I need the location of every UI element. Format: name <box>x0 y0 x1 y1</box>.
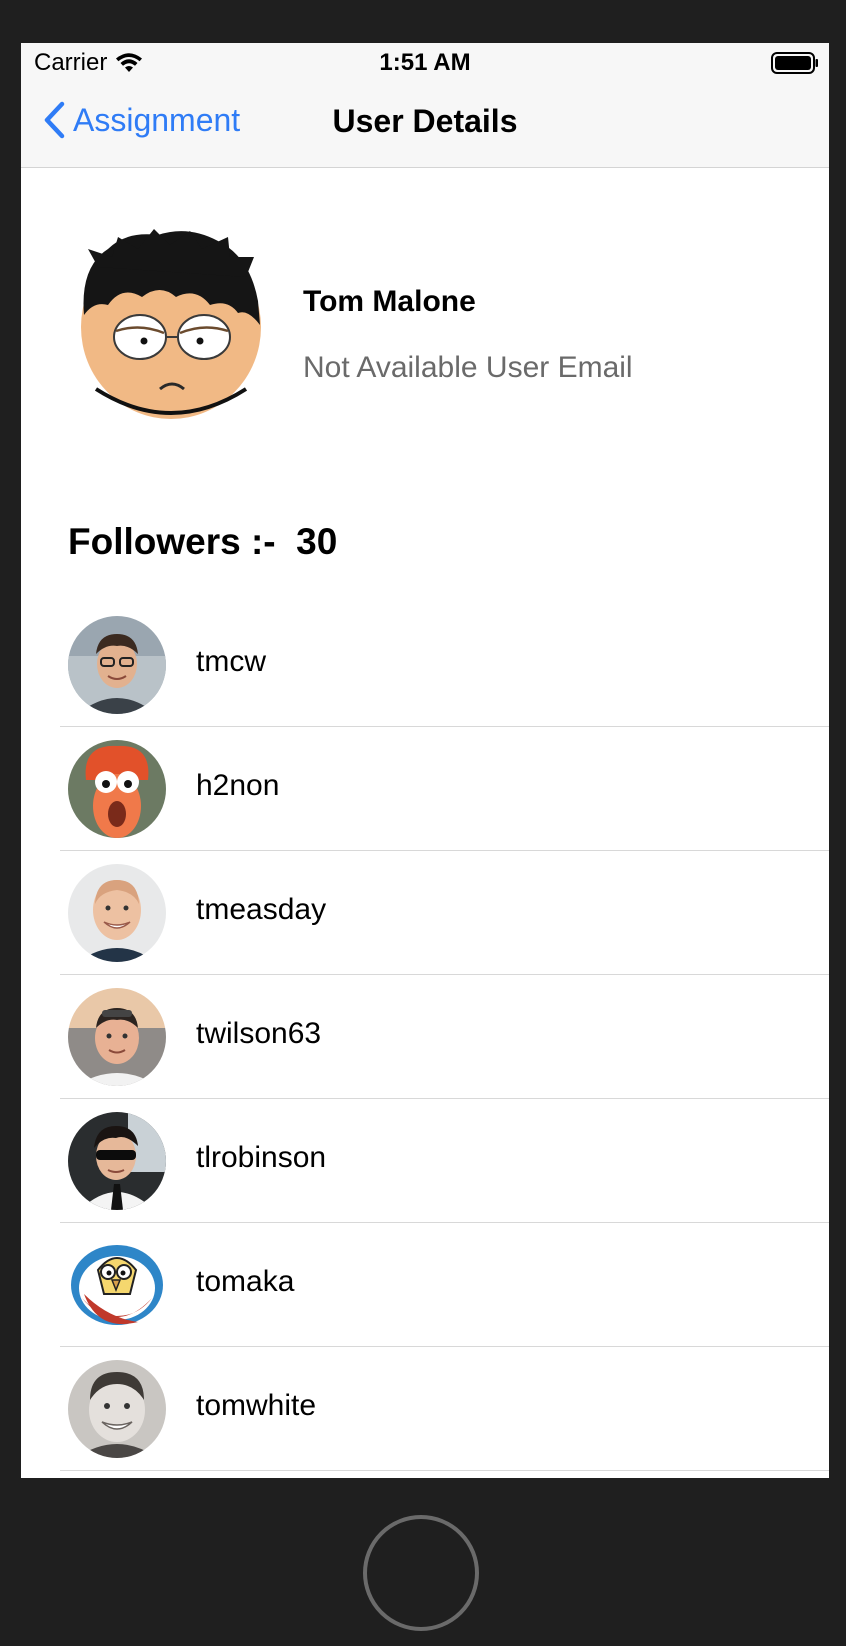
follower-avatar <box>68 740 166 838</box>
follower-row[interactable]: tmeasday <box>21 851 829 975</box>
follower-avatar <box>68 988 166 1086</box>
profile-header: Tom Malone Not Available User Email <box>21 167 829 467</box>
follower-row[interactable]: h2non <box>21 727 829 851</box>
status-bar: Carrier 1:51 AM <box>21 43 829 83</box>
navigation-bar: Assignment User Details <box>21 83 829 168</box>
follower-login: tomaka <box>196 1265 295 1298</box>
follower-login: tmcw <box>196 645 266 678</box>
follower-login: tomwhite <box>196 1389 317 1422</box>
follower-row[interactable]: tmcw <box>21 603 829 727</box>
phone-device: Carrier 1:51 AM Assignment User Details … <box>0 0 846 1646</box>
follower-row[interactable]: tlrobinson <box>21 1099 829 1223</box>
follower-login: tlrobinson <box>196 1141 327 1174</box>
profile-name: Tom Malone <box>303 285 476 318</box>
status-time: 1:51 AM <box>379 49 471 76</box>
follower-row[interactable]: twilson63 <box>21 975 829 1099</box>
follower-avatar <box>68 1112 166 1210</box>
followers-heading: Followers :- 30 <box>68 521 338 562</box>
page-title: User Details <box>332 103 518 139</box>
follower-avatar <box>68 1236 166 1334</box>
follower-login: tmeasday <box>196 893 327 926</box>
follower-row[interactable]: tomwhite <box>21 1347 829 1471</box>
profile-avatar <box>81 229 261 419</box>
app-screen: Carrier 1:51 AM Assignment User Details … <box>21 43 829 1478</box>
home-button[interactable] <box>363 1515 479 1631</box>
follower-avatar <box>68 864 166 962</box>
follower-row[interactable]: tomaka <box>21 1223 829 1347</box>
followers-list: tmcw h2non tmeasday twilson63 tlrobinson… <box>21 603 829 1471</box>
follower-login: twilson63 <box>196 1017 322 1050</box>
follower-avatar <box>68 616 166 714</box>
follower-login: h2non <box>196 769 280 802</box>
profile-email: Not Available User Email <box>303 351 633 384</box>
battery-icon <box>771 52 818 74</box>
row-divider <box>60 1470 829 1471</box>
follower-avatar <box>68 1360 166 1458</box>
